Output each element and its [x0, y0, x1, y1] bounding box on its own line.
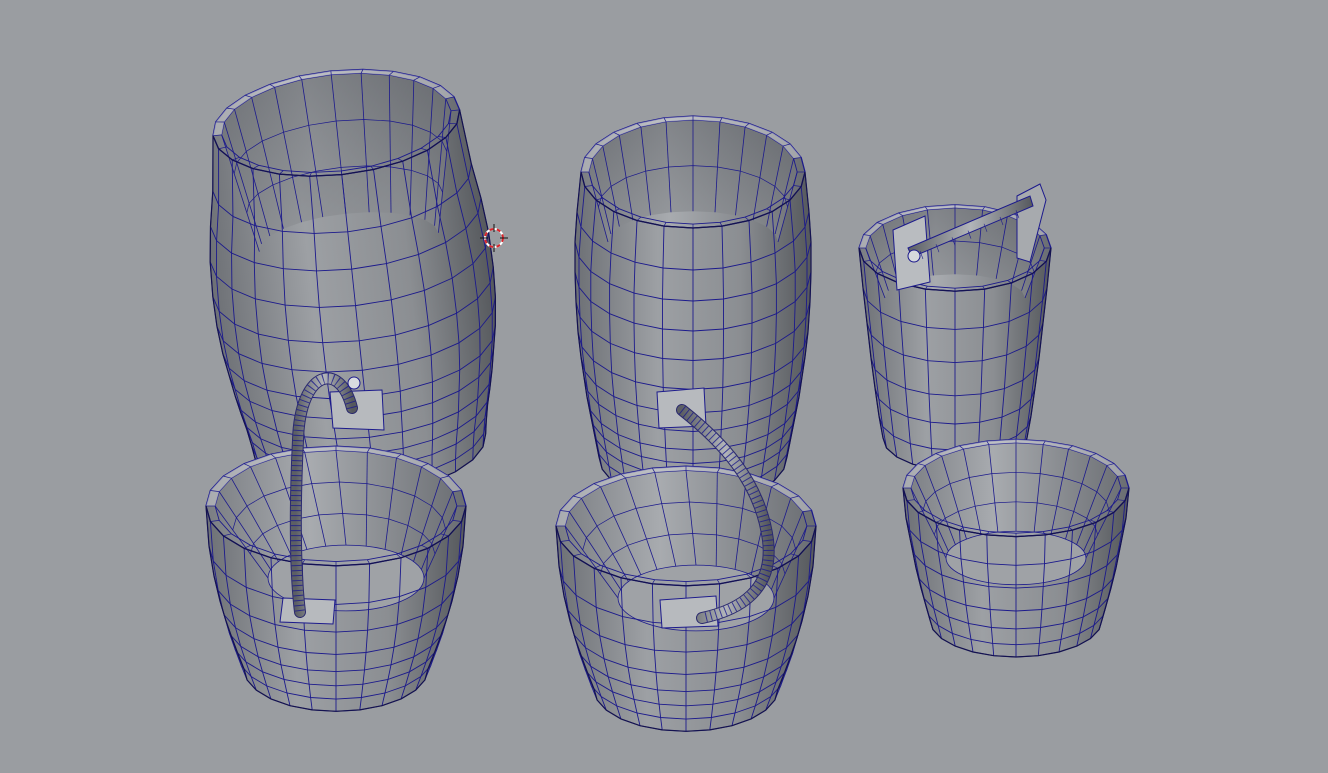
small-bucket-with-bar-handle-mesh[interactable]: [858, 183, 1052, 472]
scene-canvas[interactable]: [0, 0, 1328, 773]
3d-viewport[interactable]: [0, 0, 1328, 773]
tall-barrel-center-mesh[interactable]: [574, 115, 812, 505]
tall-barrel-left-mesh[interactable]: [191, 56, 516, 509]
tub-right-mesh[interactable]: [902, 438, 1130, 658]
